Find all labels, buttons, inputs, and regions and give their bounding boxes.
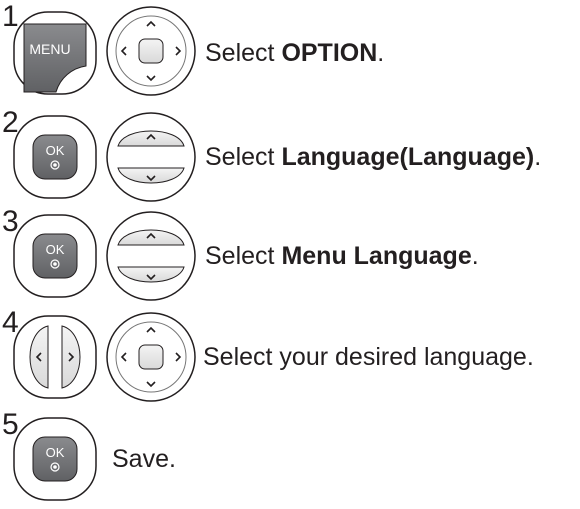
navigation-pad-icon [104,4,198,103]
step-2: 2 OK Select Language(Language). [0,108,580,203]
instruction-suffix: . [534,143,542,171]
ok-label: OK [46,445,65,460]
ok-button-icon: OK [10,414,100,509]
menu-button-icon: MENU [10,8,100,103]
instruction-suffix: . [471,242,479,270]
instruction-prefix: Select your desired language. [203,343,534,371]
instruction-prefix: Save. [112,445,176,473]
up-down-button-icon [104,110,198,209]
menu-label: MENU [29,41,70,57]
ok-button-icon: OK [10,211,100,306]
instruction-emphasis: OPTION [281,39,378,67]
instruction-prefix: Select [205,39,282,67]
instruction-prefix: Select [205,143,282,171]
ok-button-icon: OK [10,112,100,207]
instruction-suffix: . [377,39,385,67]
up-down-button-icon [104,209,198,308]
step-2-instruction: Select Language(Language). [205,142,541,172]
ok-label: OK [46,143,65,158]
left-right-button-icon [10,312,100,407]
step-1: 1 MENU Select OPTION. [0,0,580,100]
step-4: 4 Select your desired language. [0,306,580,406]
step-1-instruction: Select OPTION. [205,38,384,68]
step-5-instruction: Save. [112,444,176,474]
step-3: 3 OK Select Menu Language. [0,207,580,302]
instruction-emphasis: Menu Language [281,242,472,270]
step-4-instruction: Select your desired language. [203,342,534,372]
instruction-emphasis: Language(Language) [281,143,535,171]
instruction-prefix: Select [205,242,282,270]
step-5: 5 OK Save. [0,410,580,509]
step-3-instruction: Select Menu Language. [205,241,479,271]
navigation-pad-icon [104,310,198,409]
ok-label: OK [46,242,65,257]
